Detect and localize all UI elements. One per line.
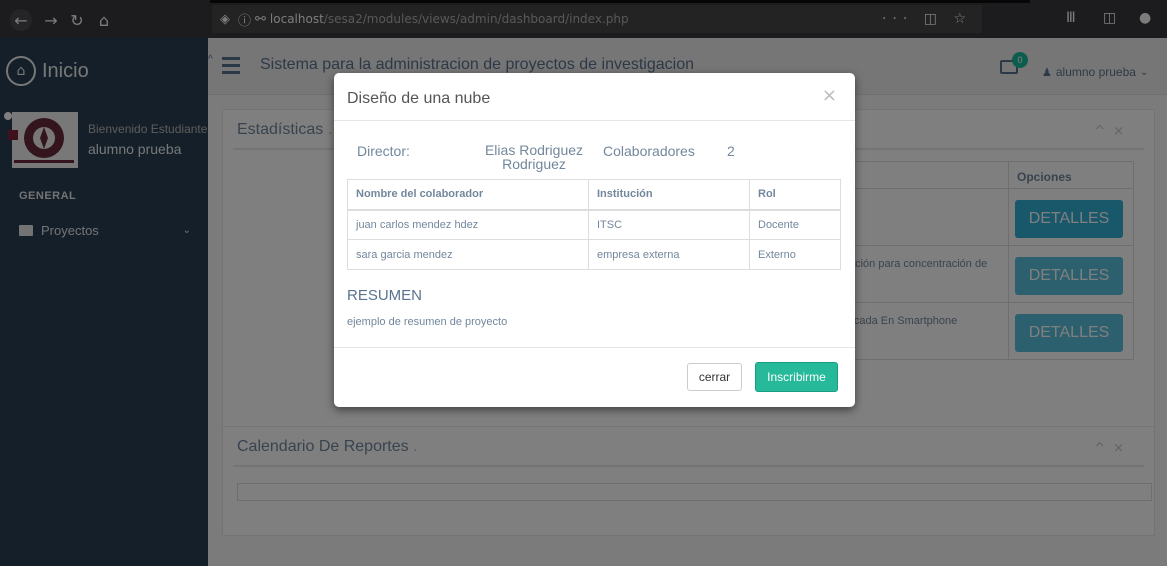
summary-heading: RESUMEN bbox=[347, 287, 423, 304]
table-row: juan carlos mendez hdez ITSC Docente bbox=[347, 209, 841, 240]
collaborators-table: Nombre del colaborador Institución Rol j… bbox=[347, 179, 841, 270]
divider bbox=[334, 347, 855, 348]
table-row: sara garcia mendez empresa externa Exter… bbox=[347, 239, 841, 270]
table-cell: sara garcia mendez bbox=[347, 239, 589, 270]
table-cell: Externo bbox=[749, 239, 841, 270]
table-cell: juan carlos mendez hdez bbox=[347, 209, 589, 240]
collaborators-label: Colaboradores bbox=[603, 143, 695, 159]
column-header: Nombre del colaborador bbox=[347, 179, 589, 211]
close-icon[interactable]: × bbox=[822, 85, 837, 106]
table-cell: ITSC bbox=[588, 209, 750, 240]
close-button[interactable]: cerrar bbox=[687, 363, 742, 391]
project-modal: Diseño de una nube × Director: Elias Rod… bbox=[334, 73, 855, 407]
collaborators-count: 2 bbox=[727, 143, 735, 159]
modal-title: Diseño de una nube bbox=[347, 90, 491, 107]
column-header: Rol bbox=[749, 179, 841, 211]
divider bbox=[334, 120, 855, 121]
column-header: Institución bbox=[588, 179, 750, 211]
table-cell: empresa externa bbox=[588, 239, 750, 270]
director-label: Director: bbox=[357, 143, 410, 159]
enroll-button[interactable]: Inscribirme bbox=[755, 362, 838, 392]
table-cell: Docente bbox=[749, 209, 841, 240]
summary-text: ejemplo de resumen de proyecto bbox=[347, 316, 508, 328]
director-value: Elias Rodriguez Rodriguez bbox=[484, 142, 584, 172]
